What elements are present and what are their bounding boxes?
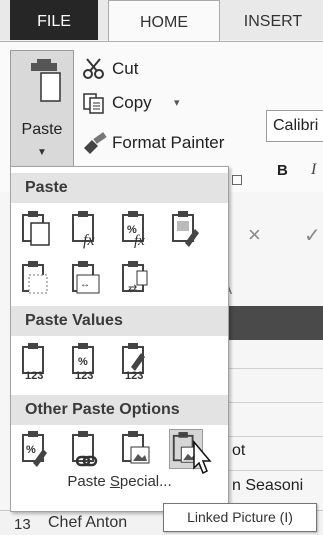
- values-number-formatting-icon[interactable]: % 123: [69, 341, 103, 381]
- tab-insert[interactable]: INSERT: [228, 0, 318, 40]
- selected-cell[interactable]: [228, 306, 323, 340]
- transpose-icon[interactable]: ⇄: [119, 259, 153, 299]
- section-paste-values-heading: Paste Values: [11, 306, 228, 336]
- copy-button[interactable]: Copy ▾: [82, 90, 202, 116]
- paste-formulas-number-formatting-icon[interactable]: % fx: [119, 209, 153, 249]
- paste-picture-icon[interactable]: [119, 429, 153, 469]
- formula-enter-icon[interactable]: ✓: [304, 223, 321, 248]
- copy-icon: [83, 93, 104, 114]
- paste-link-icon[interactable]: [69, 429, 103, 469]
- svg-text:fx: fx: [83, 232, 95, 249]
- paste-label: Paste: [21, 121, 63, 138]
- cell-text[interactable]: ot: [232, 442, 245, 460]
- tab-home[interactable]: HOME: [108, 0, 220, 42]
- format-painter-button[interactable]: Format Painter: [82, 130, 252, 156]
- keep-source-formatting-icon[interactable]: [169, 209, 203, 249]
- scissors-icon: [83, 58, 104, 79]
- mouse-pointer-icon: [193, 440, 212, 475]
- paste-special-accesskey: S: [109, 473, 120, 490]
- cut-button[interactable]: Cut: [82, 56, 202, 82]
- paste-formulas-icon[interactable]: fx: [69, 209, 103, 249]
- tab-file[interactable]: FILE: [10, 0, 98, 40]
- cut-label: Cut: [112, 59, 139, 78]
- clipboard-icon: [31, 59, 61, 102]
- no-borders-icon[interactable]: [19, 259, 53, 299]
- section-paste-heading: Paste: [11, 173, 228, 203]
- cell-text[interactable]: n Seasoni: [232, 477, 303, 495]
- paste-special-label-pre: Paste: [67, 473, 110, 490]
- chevron-down-icon[interactable]: ▾: [174, 90, 180, 116]
- section-other-paste-options-heading: Other Paste Options: [11, 395, 228, 425]
- dialog-launcher-icon[interactable]: [232, 175, 242, 185]
- grid-line: [228, 402, 323, 403]
- cell-text[interactable]: Chef Anton: [48, 514, 127, 532]
- grid-line: [228, 368, 323, 369]
- font-name-input[interactable]: Calibri: [266, 110, 323, 142]
- keep-source-column-widths-icon[interactable]: ↔: [69, 259, 103, 299]
- ribbon-tabs: FILE HOME INSERT: [0, 0, 323, 42]
- paste-formatting-icon[interactable]: %: [19, 429, 53, 469]
- value-badge: 123: [75, 370, 93, 381]
- svg-text:%: %: [26, 444, 36, 456]
- values-source-formatting-icon[interactable]: 123: [119, 341, 153, 381]
- grid-line: [228, 470, 323, 471]
- paste-special-label-post: pecial...: [119, 473, 172, 490]
- formula-cancel-icon[interactable]: ×: [248, 222, 261, 248]
- tooltip: Linked Picture (I): [163, 503, 317, 532]
- paintbrush-icon: [84, 132, 107, 154]
- bold-button[interactable]: B: [277, 162, 288, 179]
- value-badge: 123: [125, 370, 143, 381]
- format-painter-label: Format Painter: [112, 133, 225, 152]
- svg-text:⇄: ⇄: [128, 283, 137, 295]
- italic-button[interactable]: I: [311, 161, 316, 179]
- grid-line: [228, 436, 323, 437]
- chevron-down-icon: ▼: [37, 147, 47, 158]
- value-badge: 123: [25, 370, 43, 381]
- row-number[interactable]: 13: [14, 516, 31, 533]
- paste-icon[interactable]: [19, 209, 53, 249]
- svg-text:%: %: [78, 356, 88, 368]
- svg-text:↔: ↔: [80, 279, 90, 290]
- copy-label: Copy: [112, 93, 152, 112]
- svg-text:fx: fx: [134, 233, 145, 249]
- paste-values-icon[interactable]: 123: [19, 341, 53, 381]
